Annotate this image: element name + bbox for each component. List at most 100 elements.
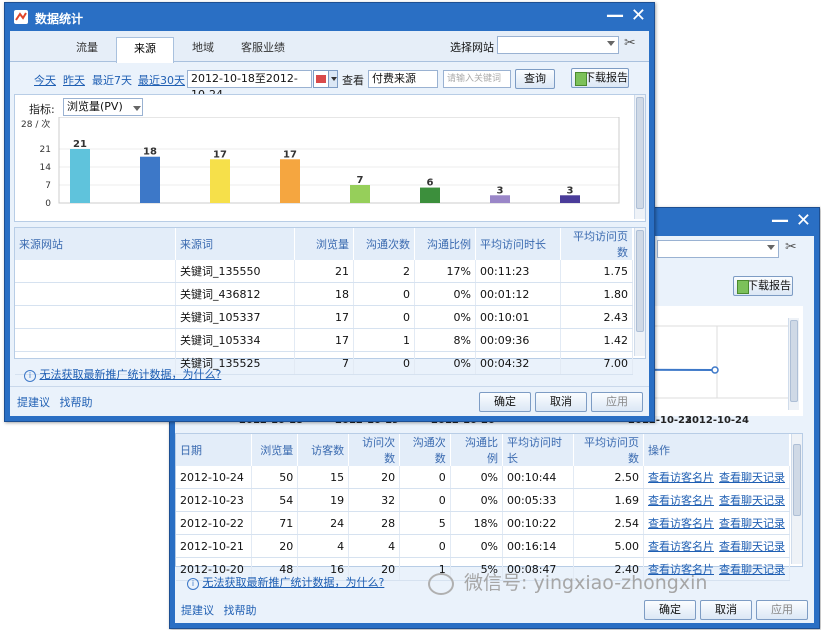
settings-icon[interactable]: ✂ (785, 239, 797, 255)
bar[interactable] (350, 185, 370, 203)
tab-region[interactable]: 地域 (178, 37, 228, 61)
site-select[interactable] (497, 36, 619, 54)
bar-value-label: 18 (143, 147, 157, 158)
col-header[interactable]: 沟通比例 (414, 228, 476, 260)
table-cell: 50 (251, 466, 299, 489)
download-report-button[interactable]: 下载报告 (733, 276, 793, 296)
table-cell: 00:11:23 (475, 260, 561, 283)
site-select[interactable] (657, 240, 779, 258)
view-visitor-card-link[interactable]: 查看访客名片 (648, 494, 714, 507)
table-row[interactable]: 关键词_436812 18 0 0% 00:01:12 1.80 (15, 282, 633, 306)
title-bar: 数据统计 — ✕ (5, 3, 654, 31)
col-header[interactable]: 浏览量 (294, 228, 354, 260)
suggest-link[interactable]: 提建议 (181, 604, 214, 617)
table-cell: 0% (450, 534, 504, 558)
help-link[interactable]: 找帮助 (60, 396, 93, 409)
col-header[interactable]: 平均访问页数 (573, 434, 644, 466)
tab-source[interactable]: 来源 (116, 37, 174, 63)
date-last7[interactable]: 最近7天 (92, 72, 132, 88)
table-row[interactable]: 2012-10-24 50 15 20 0 0% 00:10:44 2.50 查看访客名片 查看聊… (176, 466, 790, 489)
view-visitor-card-link[interactable]: 查看访客名片 (648, 471, 714, 484)
apply-button[interactable]: 应用 (756, 600, 808, 620)
date-yesterday[interactable]: 昨天 (63, 72, 85, 88)
tab-traffic[interactable]: 流量 (62, 37, 112, 61)
bar[interactable] (140, 156, 160, 203)
col-header[interactable]: 访客数 (297, 434, 350, 466)
chevron-down-icon (133, 106, 141, 111)
table-cell: 2012-10-22 (176, 511, 253, 535)
col-header[interactable]: 平均访问页数 (560, 228, 633, 260)
chart-scrollbar[interactable] (788, 318, 799, 410)
col-header[interactable]: 平均访问时长 (475, 228, 561, 260)
view-chat-log-link[interactable]: 查看聊天记录 (719, 540, 785, 553)
table-cell: 2012-10-21 (176, 534, 253, 558)
col-header[interactable]: 来源网站 (15, 228, 176, 260)
col-header[interactable]: 来源词 (175, 228, 295, 260)
query-button[interactable]: 查询 (515, 69, 555, 89)
apply-button[interactable]: 应用 (591, 392, 643, 412)
cancel-button[interactable]: 取消 (535, 392, 587, 412)
date-today[interactable]: 今天 (34, 72, 56, 88)
close-button[interactable]: ✕ (631, 6, 646, 26)
view-visitor-card-link[interactable]: 查看访客名片 (648, 540, 714, 553)
bar[interactable] (70, 149, 90, 203)
table-cell: 7.00 (560, 351, 633, 375)
bar[interactable] (490, 195, 510, 203)
keyword-input[interactable]: 请输入关键词 (443, 70, 511, 88)
col-header[interactable]: 沟通次数 (353, 228, 415, 260)
table-row[interactable]: 2012-10-21 20 4 4 0 0% 00:16:14 5.00 查看访客名片 查看聊天记… (176, 534, 790, 558)
cancel-button[interactable]: 取消 (700, 600, 752, 620)
table-scrollbar[interactable] (634, 228, 645, 356)
bar[interactable] (560, 195, 580, 203)
col-header[interactable]: 访问次数 (348, 434, 401, 466)
download-icon (575, 72, 587, 86)
indicator-select[interactable]: 浏览量(PV) (63, 98, 143, 116)
table-scrollbar[interactable] (791, 434, 802, 564)
date-last30[interactable]: 最近30天 (138, 72, 185, 88)
footer-links: 提建议 找帮助 (17, 394, 93, 410)
view-visitor-card-link[interactable]: 查看访客名片 (648, 517, 714, 530)
col-header[interactable]: 平均访问时长 (502, 434, 575, 466)
help-link[interactable]: 找帮助 (224, 604, 257, 617)
notice-link[interactable]: 无法获取最新推广统计数据，为什么? (40, 368, 222, 381)
notice-link[interactable]: 无法获取最新推广统计数据，为什么? (203, 576, 385, 589)
tab-service[interactable]: 客服业绩 (232, 37, 294, 61)
view-chat-log-link[interactable]: 查看聊天记录 (719, 517, 785, 530)
table-row[interactable]: 关键词_135550 21 2 17% 00:11:23 1.75 (15, 260, 633, 283)
table-cell: 4 (297, 534, 350, 558)
view-chat-log-link[interactable]: 查看聊天记录 (719, 563, 785, 576)
col-header[interactable]: 浏览量 (251, 434, 299, 466)
table-cell: 7 (294, 351, 354, 375)
y-axis-label: 28 / 次 (21, 118, 50, 130)
calendar-dropdown-icon[interactable] (328, 70, 338, 88)
date-range-field[interactable]: 2012-10-18至2012-10-24 (187, 70, 312, 101)
settings-icon[interactable]: ✂ (624, 35, 636, 51)
table-header-row: 日期 浏览量 访客数 访问次数 沟通次数 沟通比例 平均访问时长 平均访问页数 … (176, 434, 790, 466)
view-chat-log-link[interactable]: 查看聊天记录 (719, 494, 785, 507)
view-select[interactable]: 付费来源 (368, 70, 438, 88)
table-cell: 1 (353, 328, 415, 352)
bar[interactable] (280, 159, 300, 203)
col-header[interactable]: 操作 (643, 434, 790, 466)
suggest-link[interactable]: 提建议 (17, 396, 50, 409)
chart-scrollbar[interactable] (634, 95, 645, 219)
col-header[interactable]: 沟通次数 (399, 434, 451, 466)
col-header[interactable]: 日期 (176, 434, 253, 466)
table-row[interactable]: 2012-10-23 54 19 32 0 0% 00:05:33 1.69 查看访客名片 查看聊… (176, 488, 790, 512)
table-row[interactable]: 关键词_105334 17 1 8% 00:09:36 1.42 (15, 328, 633, 352)
minimize-button[interactable]: — (771, 211, 789, 231)
col-header[interactable]: 沟通比例 (450, 434, 504, 466)
table-cell: 0 (353, 282, 415, 306)
footer-links: 提建议 找帮助 (181, 602, 257, 618)
minimize-button[interactable]: — (606, 6, 624, 26)
ok-button[interactable]: 确定 (644, 600, 696, 620)
table-row[interactable]: 2012-10-22 71 24 28 5 18% 00:10:22 2.54 查看访客名片 查看… (176, 511, 790, 535)
calendar-icon[interactable] (313, 70, 329, 88)
bar[interactable] (210, 159, 230, 203)
bar[interactable] (420, 187, 440, 203)
download-report-button[interactable]: 下载报告 (571, 68, 629, 88)
ok-button[interactable]: 确定 (479, 392, 531, 412)
view-chat-log-link[interactable]: 查看聊天记录 (719, 471, 785, 484)
close-button[interactable]: ✕ (796, 211, 811, 231)
table-row[interactable]: 关键词_105337 17 0 0% 00:10:01 2.43 (15, 305, 633, 329)
